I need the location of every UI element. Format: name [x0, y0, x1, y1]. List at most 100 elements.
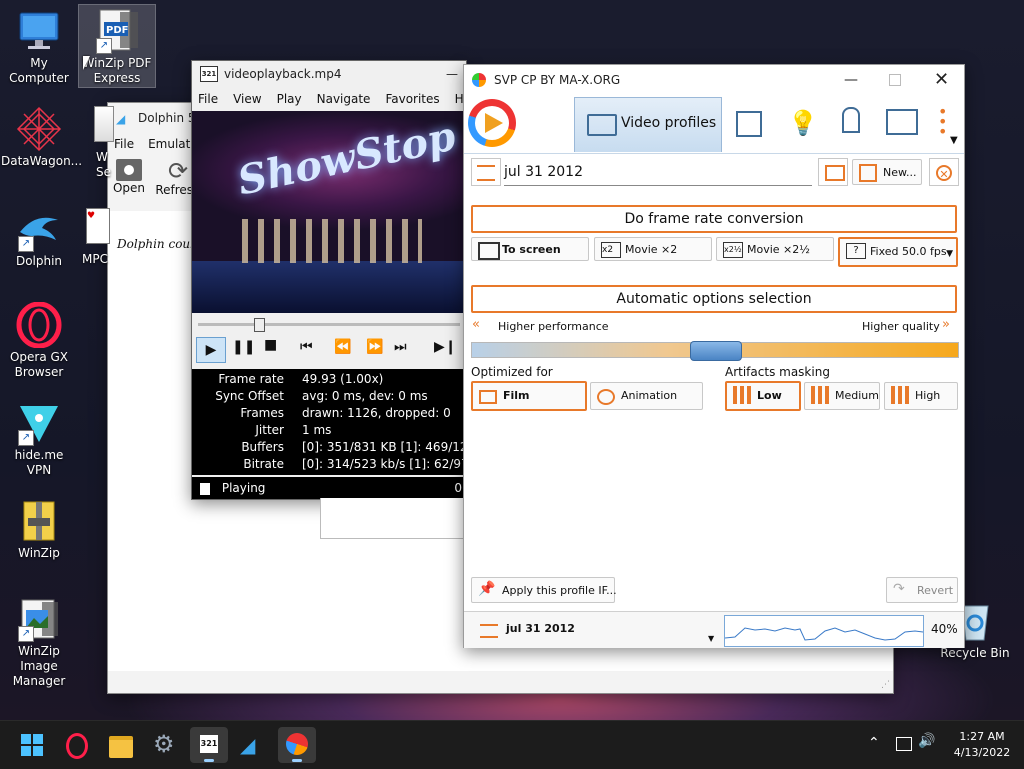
- taskbar-opera[interactable]: [58, 727, 96, 763]
- video-area[interactable]: ShowStop: [192, 111, 466, 313]
- desktop-icon-hideme-vpn[interactable]: ↗ hide.me VPN: [1, 400, 77, 478]
- menu-item-view[interactable]: View: [233, 92, 261, 106]
- taskbar-svp[interactable]: [278, 727, 316, 763]
- desktop-icon-label: Dolphin: [15, 254, 63, 268]
- shortcut-arrow-icon: ↗: [18, 236, 34, 252]
- dolphin-icon: ↗: [16, 206, 62, 252]
- tab-video-profiles[interactable]: Video profiles: [574, 97, 722, 152]
- taskbar-file-explorer[interactable]: [102, 727, 140, 763]
- dancers: [242, 219, 422, 263]
- stat-row: Frames drawn: 1126, dropped: 0: [240, 406, 451, 420]
- maximize-icon[interactable]: [889, 74, 901, 86]
- folder-icon: [116, 159, 142, 181]
- taskbar-dolphin[interactable]: ◢: [234, 727, 272, 763]
- svp-window[interactable]: SVP CP BY MA-X.ORG — ✕ Video profiles 💡 …: [463, 64, 965, 648]
- volume-icon[interactable]: 🔊: [918, 733, 935, 749]
- start-button[interactable]: [13, 727, 51, 763]
- stat-row: Buffers [0]: 351/831 KB [1]: 469/127 KB: [241, 440, 496, 454]
- svp-titlebar[interactable]: SVP CP BY MA-X.ORG — ✕: [464, 65, 964, 95]
- frame-rate-conversion-toggle[interactable]: Do frame rate conversion: [471, 205, 957, 233]
- rename-button[interactable]: [818, 158, 848, 186]
- new-profile-button[interactable]: New...: [852, 159, 922, 185]
- network-icon[interactable]: [896, 737, 912, 751]
- minimize-icon[interactable]: —: [446, 67, 458, 81]
- mode-to-screen-button[interactable]: To screen: [471, 237, 589, 261]
- hideme-vpn-icon: ↗: [16, 400, 62, 446]
- menu-item-favorites[interactable]: Favorites: [385, 92, 439, 106]
- desktop-icon-dolphin[interactable]: ↗ Dolphin: [1, 206, 77, 269]
- minimize-icon[interactable]: —: [844, 72, 858, 88]
- stop-icon[interactable]: ■: [264, 337, 277, 353]
- menu-item-navigate[interactable]: Navigate: [317, 92, 371, 106]
- animation-button[interactable]: Animation: [590, 382, 703, 410]
- tab-filters[interactable]: [828, 97, 874, 151]
- rewind-icon[interactable]: ⏪: [334, 339, 351, 355]
- skip-forward-icon[interactable]: ⏭: [394, 339, 407, 355]
- film-button[interactable]: Film: [471, 381, 587, 411]
- footer-dropdown-icon[interactable]: ▼: [708, 634, 714, 643]
- frame-step-icon[interactable]: ▶❙: [434, 339, 457, 355]
- open-button[interactable]: Open: [112, 159, 146, 205]
- tab-crop[interactable]: [726, 97, 772, 151]
- mpc-window[interactable]: 321 videoplayback.mp4 — File View Play N…: [191, 60, 498, 500]
- desktop-icon-winzip-image-manager[interactable]: ↗ WinZip Image Manager: [1, 596, 77, 689]
- desktop-icon-datawagon[interactable]: DataWagon...: [1, 106, 82, 169]
- hamburger-icon: [477, 165, 495, 181]
- desktop-icon-label: WinZip: [18, 546, 60, 560]
- mpc-titlebar[interactable]: 321 videoplayback.mp4 —: [192, 61, 466, 87]
- profile-menu-button[interactable]: [471, 158, 501, 186]
- profile-name-input[interactable]: jul 31 2012: [504, 159, 812, 186]
- x25-icon: x2½: [723, 242, 743, 258]
- revert-button[interactable]: ↷ Revert: [886, 577, 958, 603]
- image-manager-icon: ↗: [16, 596, 62, 642]
- fast-forward-icon[interactable]: ⏩: [366, 339, 383, 355]
- desktop-icon-partial-mpc[interactable]: ♥ MPC: [78, 208, 110, 267]
- clock-time: 1:27 AM: [959, 730, 1005, 743]
- menu-item-file[interactable]: File: [198, 92, 218, 106]
- gear-icon: ⚙: [153, 730, 175, 758]
- mode-fixed-fps-dropdown[interactable]: ? Fixed 50.0 fps ▼: [838, 237, 958, 267]
- apply-profile-if-button[interactable]: 📌 Apply this profile IF...: [471, 577, 617, 603]
- toolbar-dropdown-icon[interactable]: ▼: [950, 135, 958, 146]
- skip-back-icon[interactable]: ⏮: [300, 339, 313, 355]
- pdf-glyph: PDF: [106, 25, 129, 36]
- mouse-cursor-icon: [83, 56, 90, 70]
- play-icon[interactable]: ▶: [196, 337, 226, 363]
- desktop-icon-my-computer[interactable]: My Computer: [1, 8, 77, 86]
- taskbar-mpc[interactable]: 321: [190, 727, 228, 763]
- desktop-icon-partial-w[interactable]: W Se: [86, 106, 116, 180]
- mpc-icon: ♥: [86, 208, 110, 244]
- artifacts-high-button[interactable]: High: [884, 382, 958, 410]
- stat-row: Bitrate [0]: 314/523 kb/s [1]: 62/97 kb/s: [243, 457, 498, 471]
- artifacts-medium-button[interactable]: Medium: [804, 382, 880, 410]
- desktop-icon-winzip[interactable]: WinZip: [1, 498, 77, 561]
- tab-monitor[interactable]: [878, 97, 924, 151]
- chevron-up-icon[interactable]: ⌃: [868, 735, 880, 751]
- seek-bar[interactable]: [198, 318, 460, 332]
- cpu-graph: [724, 615, 924, 647]
- mode-movie-x2-button[interactable]: x2 Movie ×2: [594, 237, 712, 261]
- desktop-icon-label: My Computer: [9, 56, 69, 85]
- pause-icon[interactable]: ❚❚: [232, 339, 255, 355]
- automatic-options-toggle[interactable]: Automatic options selection: [471, 285, 957, 313]
- menu-item-play[interactable]: Play: [277, 92, 302, 106]
- seek-thumb[interactable]: [254, 318, 265, 332]
- artifacts-low-button[interactable]: Low: [725, 381, 801, 411]
- mode-movie-x25-button[interactable]: x2½ Movie ×2½: [716, 237, 834, 261]
- quality-slider-thumb[interactable]: [690, 341, 742, 361]
- clock[interactable]: 1:27 AM 4/13/2022: [944, 729, 1020, 761]
- delete-profile-button[interactable]: ✕: [929, 158, 959, 186]
- resize-grip-icon[interactable]: ⋰: [881, 680, 890, 690]
- svp-app-icon: [472, 73, 486, 87]
- quality-slider[interactable]: [471, 341, 959, 361]
- desktop-icon-opera-gx[interactable]: Opera GX Browser: [1, 301, 77, 380]
- taskbar-settings[interactable]: ⚙: [146, 727, 184, 763]
- tab-tips[interactable]: 💡: [776, 97, 822, 151]
- menu-item-file[interactable]: File: [114, 137, 134, 151]
- svp-logo-icon[interactable]: [468, 99, 516, 147]
- hamburger-icon[interactable]: [480, 624, 498, 638]
- close-icon[interactable]: ✕: [934, 69, 949, 90]
- more-menu-icon[interactable]: • • •: [938, 104, 950, 147]
- svp-taskbar-icon: [286, 733, 308, 755]
- desktop-icon-winzip-pdf-express[interactable]: PDF ↗ WinZip PDF Express: [78, 4, 156, 88]
